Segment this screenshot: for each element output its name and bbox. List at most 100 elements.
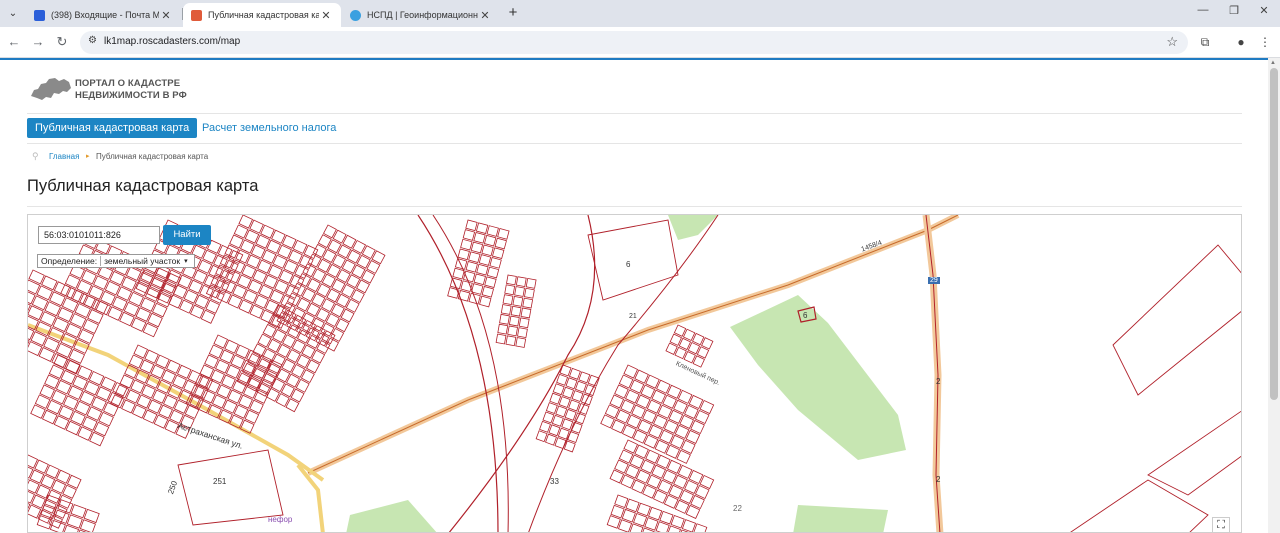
nav-cadastral-map-button[interactable]: Публичная кадастровая карта: [27, 118, 198, 138]
parcel: [30, 331, 47, 347]
nav-land-tax-link[interactable]: Расчет земельного налога: [202, 122, 336, 134]
railway: [448, 215, 596, 532]
parcel: [473, 273, 486, 286]
browser-tab-nspd[interactable]: НСПД | Геоинформационный ✕: [342, 3, 500, 27]
browser-tab-mail[interactable]: (398) Входящие - Почта Mail ✕: [26, 3, 181, 27]
parcel: [43, 337, 60, 353]
parcel: [578, 371, 591, 384]
cadastral-number-input[interactable]: [38, 226, 160, 244]
parcel: [687, 341, 701, 355]
scroll-thumb[interactable]: [1270, 68, 1278, 400]
parcel: [625, 498, 640, 513]
park-area: [346, 500, 437, 532]
parcel-block: [447, 219, 510, 308]
parcel: [678, 337, 692, 351]
definition-dropdown[interactable]: земельный участок ▾: [100, 256, 191, 266]
parcel: [44, 301, 61, 317]
parcel: [636, 502, 651, 517]
parcel: [460, 238, 473, 251]
parcel: [502, 294, 514, 306]
parcel: [617, 519, 633, 532]
close-tab-icon[interactable]: ✕: [478, 9, 492, 22]
parcel: [508, 315, 520, 327]
parcel: [515, 276, 527, 288]
restore-icon[interactable]: ❐: [1224, 4, 1244, 17]
page-scrollbar[interactable]: ▲: [1268, 58, 1280, 533]
address-bar[interactable]: ⚙ lk1map.roscadasters.com/map ☆: [80, 31, 1188, 54]
chevron-down-icon: ▾: [184, 258, 188, 265]
parcel: [614, 494, 629, 509]
parcel: [52, 317, 69, 333]
bookmark-star-icon[interactable]: ☆: [1166, 34, 1178, 50]
close-tab-icon[interactable]: ✕: [319, 9, 333, 22]
parcel: [28, 341, 43, 357]
mail-favicon-icon: [34, 9, 45, 21]
russia-map-logo-icon[interactable]: [29, 74, 73, 104]
parcel: [565, 377, 578, 390]
parcel: [518, 317, 530, 329]
parcel: [562, 386, 575, 399]
nspd-favicon-icon: [350, 9, 361, 21]
close-tab-icon[interactable]: ✕: [159, 9, 173, 22]
forward-icon[interactable]: →: [29, 33, 47, 51]
parcel: [478, 254, 492, 266]
parcel: [177, 449, 284, 526]
parcel: [640, 527, 655, 532]
logo-text[interactable]: ПОРТАЛ О КАДАСТРЕ НЕДВИЖИМОСТИ В РФ: [75, 78, 187, 102]
parcel: [558, 396, 571, 409]
new-tab-button[interactable]: +: [505, 5, 521, 21]
parcel: [548, 424, 561, 437]
tab-search-button[interactable]: ⌄: [4, 4, 22, 22]
parcel: [497, 323, 509, 335]
definition-select[interactable]: Определение: земельный участок ▾: [37, 254, 195, 268]
minimize-icon[interactable]: —: [1193, 4, 1213, 16]
parcel: [74, 303, 91, 319]
fullscreen-icon[interactable]: ⛶: [1212, 517, 1230, 532]
parcel: [522, 297, 534, 309]
back-icon[interactable]: ←: [5, 33, 23, 51]
extensions-icon[interactable]: ⧉: [1196, 33, 1214, 51]
parcel: [470, 241, 484, 254]
park-area: [730, 295, 906, 460]
parcel: [38, 347, 56, 362]
browser-tab-cadastral[interactable]: Публичная кадастровая карта ✕: [183, 3, 341, 27]
parcel: [551, 414, 564, 427]
parcel: [77, 328, 95, 344]
parcel: [49, 291, 66, 307]
map-canvas[interactable]: [28, 215, 1242, 533]
site-info-icon[interactable]: ⚙: [88, 35, 97, 46]
parcel: [462, 229, 476, 241]
close-window-icon[interactable]: ✕: [1254, 4, 1274, 17]
parcel: [673, 324, 687, 337]
parcel: [510, 305, 522, 317]
parcel: [567, 431, 580, 444]
parcel: [479, 295, 492, 308]
breadcrumb-home-link[interactable]: Главная: [49, 152, 79, 161]
parcel: [514, 286, 525, 297]
menu-kebab-icon[interactable]: ⋮: [1256, 33, 1274, 51]
parcel-block: [110, 344, 214, 439]
parcel-block: [276, 224, 386, 352]
browser-tabstrip: ⌄ (398) Входящие - Почта Mail ✕ Публична…: [0, 0, 1280, 27]
parcel: [465, 219, 478, 232]
reload-icon[interactable]: ↻: [53, 33, 71, 51]
divider: [27, 143, 1242, 144]
map-label: 6: [626, 260, 631, 269]
cadastral-map[interactable]: 6 6 1458/4 33 251 250 22 2 2 Астраханска…: [27, 214, 1242, 533]
parcel-block: [30, 354, 128, 447]
scroll-up-icon[interactable]: ▲: [1270, 60, 1276, 66]
definition-value: земельный участок: [104, 256, 181, 266]
parcel: [648, 506, 663, 521]
parcel: [504, 284, 516, 296]
parcel: [39, 311, 57, 327]
road-number-badge: 29: [928, 277, 940, 284]
find-button[interactable]: Найти: [163, 225, 211, 245]
parcel: [674, 346, 687, 360]
parcel: [542, 411, 555, 424]
parcel: [57, 307, 74, 323]
poi-label: нефор: [268, 515, 293, 524]
profile-icon[interactable]: ●: [1232, 33, 1250, 51]
parcel: [468, 251, 481, 263]
parcel: [481, 286, 495, 298]
parcel: [621, 508, 636, 523]
